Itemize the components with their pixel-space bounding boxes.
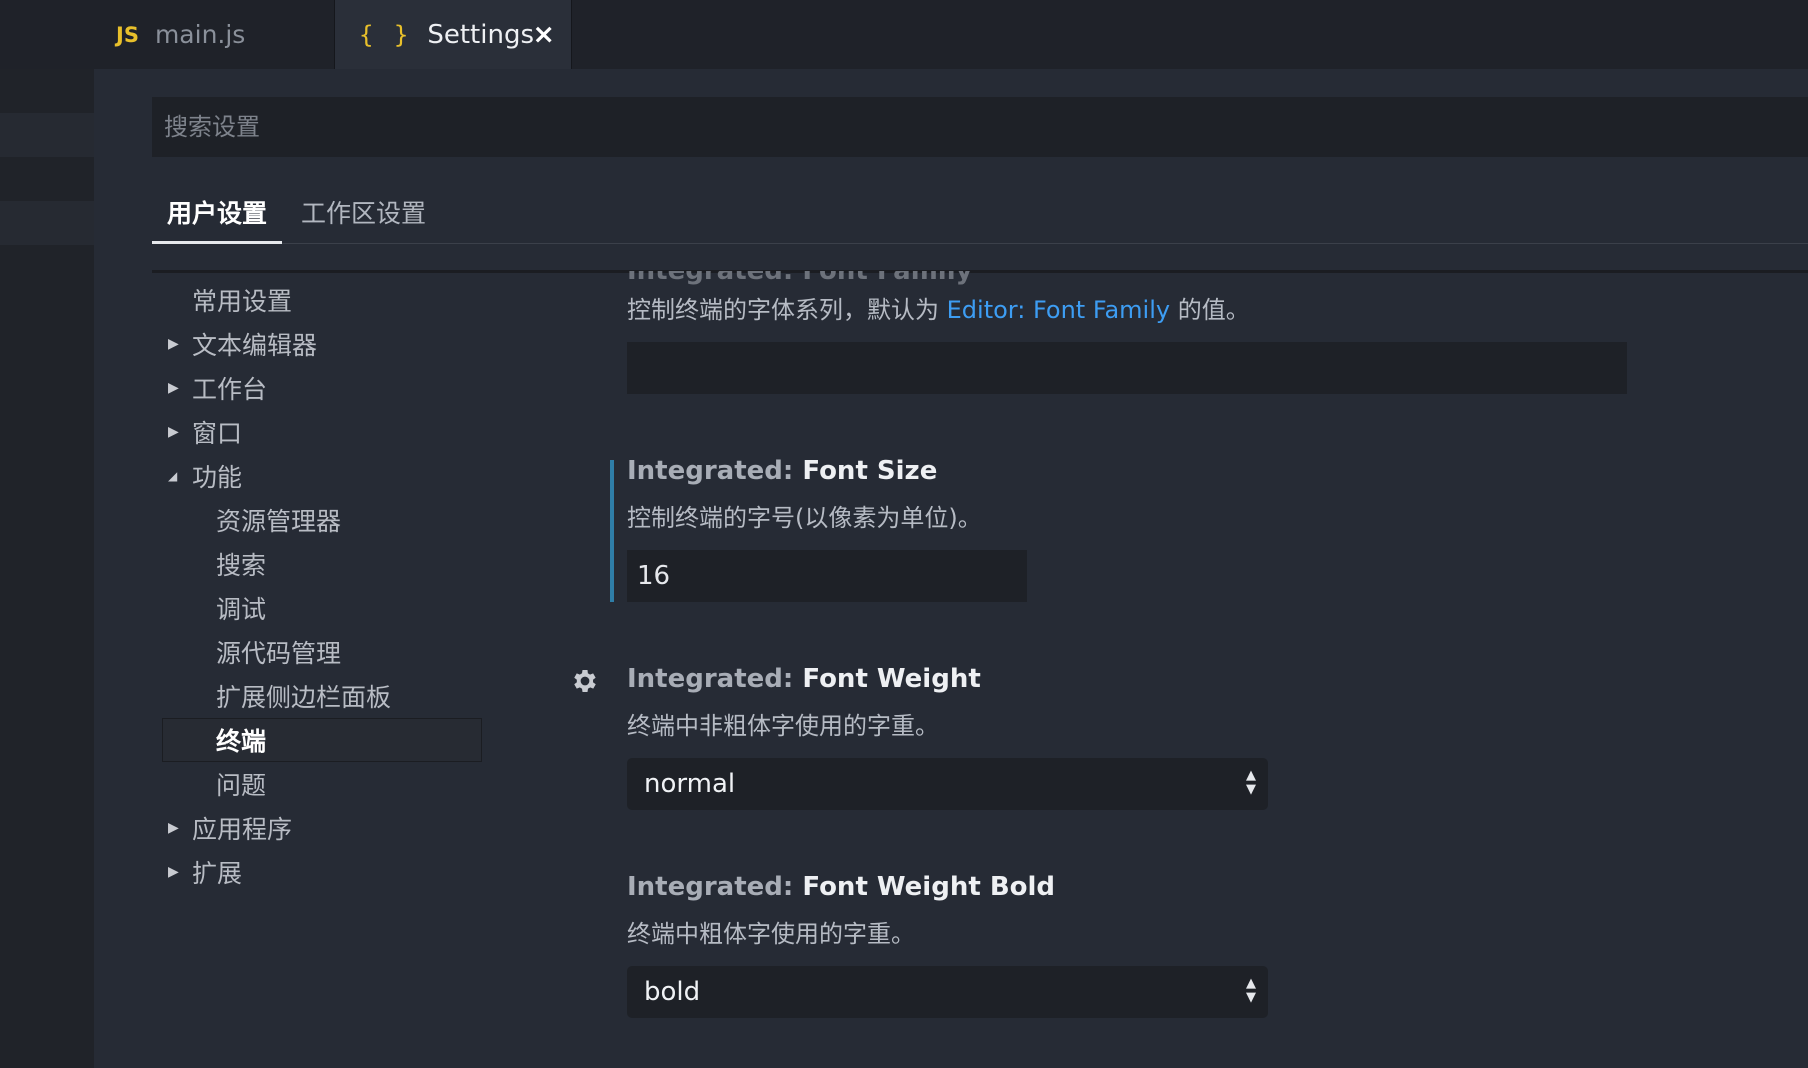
select-arrows-icon: ▲ ▼ <box>1246 768 1256 797</box>
select-value: normal <box>644 769 736 799</box>
javascript-file-icon: JS <box>116 22 139 47</box>
setting-desc-font-weight-bold: 终端中粗体字使用的字重。 <box>627 920 915 948</box>
toc-item-extensions[interactable]: ▶ 扩展 <box>152 850 482 894</box>
tab-label: main.js <box>154 20 246 49</box>
font-size-input[interactable] <box>627 550 1027 602</box>
settings-search-box <box>152 97 1808 157</box>
settings-search-input[interactable] <box>164 113 1764 141</box>
setting-title-font-weight-bold: Integrated: Font Weight Bold <box>627 872 1056 902</box>
tab-user-settings[interactable]: 用户设置 <box>152 190 283 244</box>
toc-item-terminal[interactable]: 终端 <box>162 718 482 762</box>
sidebar-band <box>0 113 94 157</box>
setting-desc-font-size: 控制终端的字号(以像素为单位)。 <box>627 504 982 532</box>
settings-scope-tabs: 用户设置 工作区设置 <box>152 190 1808 244</box>
gear-icon[interactable] <box>570 666 600 696</box>
toc-item-text-editor[interactable]: ▶ 文本编辑器 <box>152 322 482 366</box>
select-value: bold <box>644 977 701 1007</box>
chevron-right-icon: ▶ <box>168 424 179 440</box>
toc-item-scm[interactable]: 源代码管理 <box>152 630 482 674</box>
toc-item-application[interactable]: ▶ 应用程序 <box>152 806 482 850</box>
close-icon[interactable]: × <box>532 19 555 50</box>
sidebar-band <box>0 201 94 245</box>
focused-setting-indicator <box>610 460 614 602</box>
left-sidebar-edge <box>0 69 94 1068</box>
toc-item-debug[interactable]: 调试 <box>152 586 482 630</box>
font-family-input[interactable] <box>627 342 1627 394</box>
json-braces-icon: { } <box>359 20 412 49</box>
toc-item-features[interactable]: ◢ 功能 <box>152 454 482 498</box>
tab-settings[interactable]: { } Settings × <box>334 0 572 69</box>
setting-title-font-family: Integrated: Font Family <box>627 256 973 286</box>
toc-item-window[interactable]: ▶ 窗口 <box>152 410 482 454</box>
chevron-right-icon: ▶ <box>168 336 179 352</box>
header-shadow <box>152 270 1808 273</box>
toc-item-search[interactable]: 搜索 <box>152 542 482 586</box>
chevron-right-icon: ▶ <box>168 864 179 880</box>
setting-desc-font-family: 控制终端的字体系列，默认为 Editor: Font Family 的值。 <box>627 296 1250 324</box>
setting-desc-font-weight: 终端中非粗体字使用的字重。 <box>627 712 939 740</box>
toc-item-common[interactable]: 常用设置 <box>152 278 482 322</box>
font-weight-bold-select[interactable]: bold ▲ ▼ <box>627 966 1268 1018</box>
select-arrows-icon: ▲ ▼ <box>1246 976 1256 1005</box>
chevron-right-icon: ▶ <box>168 380 179 396</box>
toc-item-workbench[interactable]: ▶ 工作台 <box>152 366 482 410</box>
font-weight-select[interactable]: normal ▲ ▼ <box>627 758 1268 810</box>
setting-title-font-weight: Integrated: Font Weight <box>627 664 981 694</box>
tab-workspace-settings[interactable]: 工作区设置 <box>286 190 441 244</box>
setting-title-font-size: Integrated: Font Size <box>627 456 938 486</box>
toc-item-extension-viewlet[interactable]: 扩展侧边栏面板 <box>152 674 482 718</box>
chevron-down-icon: ◢ <box>168 469 178 483</box>
setting-link[interactable]: Editor: Font Family <box>947 296 1170 324</box>
tab-label: Settings <box>427 19 534 50</box>
chevron-right-icon: ▶ <box>168 820 179 836</box>
toc-item-problems[interactable]: 问题 <box>152 762 482 806</box>
editor-tab-bar: JS main.js { } Settings × <box>0 0 1808 69</box>
tab-main-js[interactable]: JS main.js <box>0 0 334 69</box>
toc-item-explorer[interactable]: 资源管理器 <box>152 498 482 542</box>
